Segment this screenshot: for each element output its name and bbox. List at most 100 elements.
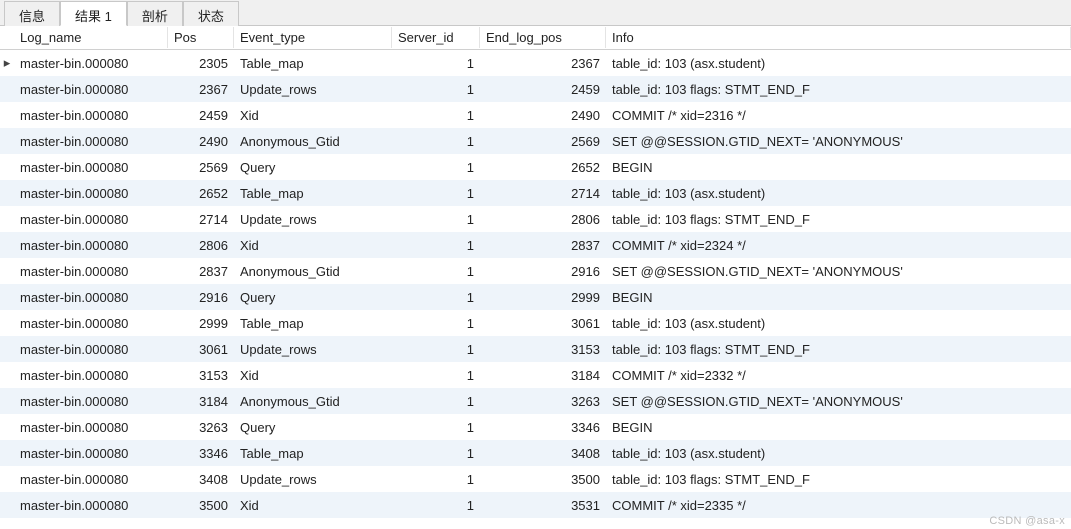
cell-logname: master-bin.000080 — [14, 183, 168, 204]
cell-serverid: 1 — [392, 443, 480, 464]
cell-endlogpos: 3263 — [480, 391, 606, 412]
cell-pos: 2569 — [168, 157, 234, 178]
table-row[interactable]: master-bin.0000803184Anonymous_Gtid13263… — [0, 388, 1071, 414]
col-info-header[interactable]: Info — [606, 27, 1071, 48]
col-pos-header[interactable]: Pos — [168, 27, 234, 48]
tab-info[interactable]: 信息 — [4, 1, 60, 26]
cell-eventtype: Update_rows — [234, 79, 392, 100]
cell-eventtype: Xid — [234, 105, 392, 126]
cell-serverid: 1 — [392, 261, 480, 282]
cell-logname: master-bin.000080 — [14, 313, 168, 334]
cell-serverid: 1 — [392, 79, 480, 100]
cell-info: BEGIN — [606, 157, 1071, 178]
cell-eventtype: Table_map — [234, 313, 392, 334]
cell-pos: 3346 — [168, 443, 234, 464]
cell-endlogpos: 2837 — [480, 235, 606, 256]
table-row[interactable]: master-bin.0000802367Update_rows12459tab… — [0, 76, 1071, 102]
cell-logname: master-bin.000080 — [14, 209, 168, 230]
cell-serverid: 1 — [392, 287, 480, 308]
cell-endlogpos: 3346 — [480, 417, 606, 438]
cell-info: SET @@SESSION.GTID_NEXT= 'ANONYMOUS' — [606, 261, 1071, 282]
cell-serverid: 1 — [392, 209, 480, 230]
cell-serverid: 1 — [392, 157, 480, 178]
cell-logname: master-bin.000080 — [14, 157, 168, 178]
col-serverid-header[interactable]: Server_id — [392, 27, 480, 48]
cell-pos: 3408 — [168, 469, 234, 490]
cell-logname: master-bin.000080 — [14, 339, 168, 360]
table-row[interactable]: master-bin.0000802652Table_map12714table… — [0, 180, 1071, 206]
cell-eventtype: Update_rows — [234, 469, 392, 490]
table-row[interactable]: master-bin.0000802806Xid12837COMMIT /* x… — [0, 232, 1071, 258]
cell-eventtype: Query — [234, 417, 392, 438]
cell-pos: 2714 — [168, 209, 234, 230]
cell-logname: master-bin.000080 — [14, 495, 168, 516]
cell-info: table_id: 103 (asx.student) — [606, 443, 1071, 464]
cell-eventtype: Table_map — [234, 443, 392, 464]
cell-info: table_id: 103 flags: STMT_END_F — [606, 469, 1071, 490]
cell-endlogpos: 3500 — [480, 469, 606, 490]
watermark: CSDN @asa-x — [989, 515, 1065, 527]
cell-info: table_id: 103 flags: STMT_END_F — [606, 209, 1071, 230]
cell-serverid: 1 — [392, 131, 480, 152]
cell-info: table_id: 103 flags: STMT_END_F — [606, 79, 1071, 100]
cell-endlogpos: 3531 — [480, 495, 606, 516]
cell-pos: 3500 — [168, 495, 234, 516]
table-row[interactable]: master-bin.0000802459Xid12490COMMIT /* x… — [0, 102, 1071, 128]
cell-logname: master-bin.000080 — [14, 443, 168, 464]
cell-endlogpos: 2806 — [480, 209, 606, 230]
tab-result1[interactable]: 结果 1 — [60, 1, 127, 26]
cell-eventtype: Update_rows — [234, 209, 392, 230]
cell-logname: master-bin.000080 — [14, 365, 168, 386]
table-row[interactable]: master-bin.0000803061Update_rows13153tab… — [0, 336, 1071, 362]
cell-endlogpos: 2916 — [480, 261, 606, 282]
cell-pos: 2490 — [168, 131, 234, 152]
table-row[interactable]: master-bin.0000803346Table_map13408table… — [0, 440, 1071, 466]
cell-pos: 3263 — [168, 417, 234, 438]
cell-serverid: 1 — [392, 417, 480, 438]
table-row[interactable]: master-bin.0000803408Update_rows13500tab… — [0, 466, 1071, 492]
tab-profile[interactable]: 剖析 — [127, 1, 183, 26]
cell-endlogpos: 3061 — [480, 313, 606, 334]
cell-serverid: 1 — [392, 339, 480, 360]
cell-pos: 2999 — [168, 313, 234, 334]
cell-logname: master-bin.000080 — [14, 287, 168, 308]
cell-serverid: 1 — [392, 391, 480, 412]
table-row[interactable]: ▸master-bin.0000802305Table_map12367tabl… — [0, 50, 1071, 76]
cell-eventtype: Xid — [234, 365, 392, 386]
cell-endlogpos: 2999 — [480, 287, 606, 308]
cell-serverid: 1 — [392, 365, 480, 386]
col-endlogpos-header[interactable]: End_log_pos — [480, 27, 606, 48]
cell-info: BEGIN — [606, 417, 1071, 438]
cell-pos: 3184 — [168, 391, 234, 412]
cell-info: table_id: 103 flags: STMT_END_F — [606, 339, 1071, 360]
cell-endlogpos: 2652 — [480, 157, 606, 178]
grid-body: ▸master-bin.0000802305Table_map12367tabl… — [0, 50, 1071, 518]
table-row[interactable]: master-bin.0000802490Anonymous_Gtid12569… — [0, 128, 1071, 154]
cell-info: table_id: 103 (asx.student) — [606, 313, 1071, 334]
table-row[interactable]: master-bin.0000802837Anonymous_Gtid12916… — [0, 258, 1071, 284]
cell-endlogpos: 3184 — [480, 365, 606, 386]
cell-pos: 2916 — [168, 287, 234, 308]
cell-logname: master-bin.000080 — [14, 391, 168, 412]
cell-endlogpos: 2367 — [480, 53, 606, 74]
table-row[interactable]: master-bin.0000803153Xid13184COMMIT /* x… — [0, 362, 1071, 388]
cell-serverid: 1 — [392, 313, 480, 334]
cell-eventtype: Xid — [234, 235, 392, 256]
table-row[interactable]: master-bin.0000802714Update_rows12806tab… — [0, 206, 1071, 232]
col-logname-header[interactable]: Log_name — [14, 27, 168, 48]
cell-endlogpos: 3408 — [480, 443, 606, 464]
cell-info: table_id: 103 (asx.student) — [606, 183, 1071, 204]
table-row[interactable]: master-bin.0000803263Query13346BEGIN — [0, 414, 1071, 440]
cell-eventtype: Table_map — [234, 183, 392, 204]
table-row[interactable]: master-bin.0000803500Xid13531COMMIT /* x… — [0, 492, 1071, 518]
cell-info: BEGIN — [606, 287, 1071, 308]
col-eventtype-header[interactable]: Event_type — [234, 27, 392, 48]
cell-serverid: 1 — [392, 469, 480, 490]
table-row[interactable]: master-bin.0000802916Query12999BEGIN — [0, 284, 1071, 310]
cell-eventtype: Update_rows — [234, 339, 392, 360]
cell-logname: master-bin.000080 — [14, 105, 168, 126]
tab-status[interactable]: 状态 — [183, 1, 239, 26]
cell-serverid: 1 — [392, 53, 480, 74]
table-row[interactable]: master-bin.0000802999Table_map13061table… — [0, 310, 1071, 336]
table-row[interactable]: master-bin.0000802569Query12652BEGIN — [0, 154, 1071, 180]
